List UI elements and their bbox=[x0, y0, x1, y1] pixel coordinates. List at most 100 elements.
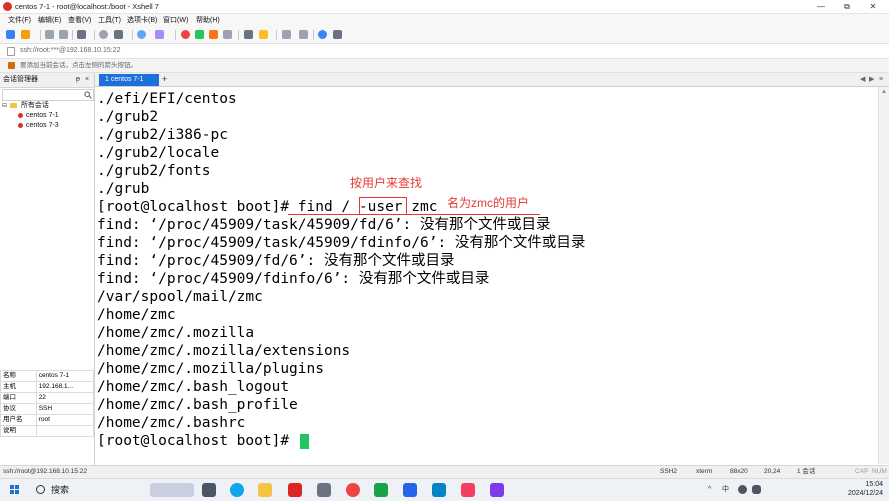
settings-icon[interactable] bbox=[333, 30, 342, 39]
toolbar-separator bbox=[132, 30, 133, 40]
video-app-icon[interactable] bbox=[432, 483, 446, 497]
title-bar: centos 7-1 - root@localhost:/boot - Xshe… bbox=[0, 0, 889, 14]
xshell-app-icon bbox=[3, 2, 12, 11]
tree-root-label: 所有会话 bbox=[20, 102, 49, 109]
toolbar bbox=[0, 27, 889, 44]
windows-start-icon[interactable] bbox=[10, 485, 20, 495]
table-row: 说明 bbox=[0, 425, 95, 437]
find-icon[interactable] bbox=[99, 30, 108, 39]
terminal-line: ./efi/EFI/centos bbox=[97, 91, 237, 107]
close-button[interactable]: ✕ bbox=[861, 0, 885, 13]
app-icon[interactable] bbox=[490, 483, 504, 497]
prop-value bbox=[35, 425, 95, 437]
edge-browser-icon[interactable] bbox=[230, 483, 244, 497]
help-icon[interactable] bbox=[318, 30, 327, 39]
prop-value: 22 bbox=[35, 392, 95, 404]
image-app-icon[interactable] bbox=[461, 483, 475, 497]
menu-window[interactable]: 窗口(W) bbox=[163, 15, 188, 26]
tab-scroll-right-button[interactable]: ▶ bbox=[869, 74, 874, 85]
pin-button[interactable]: ᵽ bbox=[76, 75, 80, 85]
prop-value: SSH bbox=[35, 403, 95, 415]
xftp-icon[interactable] bbox=[181, 30, 190, 39]
tab-strip: 1 centos 7-1 + ◀ ▶ ≡ bbox=[95, 73, 889, 87]
prop-key: 用户名 bbox=[0, 414, 37, 426]
task-view-icon[interactable] bbox=[202, 483, 216, 497]
wps-icon[interactable] bbox=[288, 483, 302, 497]
lock-icon[interactable] bbox=[223, 30, 232, 39]
tab-menu-button[interactable]: ≡ bbox=[879, 74, 883, 85]
maximize-button[interactable]: ⧉ bbox=[835, 0, 859, 13]
status-sessions: 1 会话 bbox=[797, 468, 816, 475]
lock-icon bbox=[7, 47, 15, 56]
toolbar-separator bbox=[72, 30, 73, 40]
session-manager-panel: 会话管理器 ᵽ × ⊟ 所有会话 centos 7-1 centos 7-3 名… bbox=[0, 73, 95, 465]
taskbar-clock[interactable]: 15:04 2024/12/24 bbox=[848, 480, 883, 498]
disconnect-icon[interactable] bbox=[59, 30, 68, 39]
session-search-input[interactable] bbox=[2, 89, 94, 101]
toolbar-separator bbox=[276, 30, 277, 40]
terminal-line: /home/zmc/.bash_profile bbox=[97, 397, 298, 413]
print-icon[interactable] bbox=[114, 30, 123, 39]
file-explorer-icon[interactable] bbox=[258, 483, 272, 497]
options-icon[interactable] bbox=[299, 30, 308, 39]
address-bar[interactable]: ssh://root:***@192.168.10.15:22 bbox=[0, 44, 889, 59]
input-language-indicator[interactable]: 中 bbox=[722, 484, 729, 496]
tab-scroll-left-button[interactable]: ◀ bbox=[860, 74, 865, 85]
typora-icon[interactable] bbox=[317, 483, 331, 497]
table-row: 用户名 root bbox=[0, 414, 95, 426]
toolbar-separator bbox=[40, 30, 41, 40]
taskbar-widget-icon[interactable] bbox=[150, 483, 194, 497]
vmware-icon[interactable] bbox=[403, 483, 417, 497]
menu-edit[interactable]: 编辑(E) bbox=[38, 15, 61, 26]
compose-icon[interactable] bbox=[244, 30, 253, 39]
open-folder-icon[interactable] bbox=[21, 30, 30, 39]
tree-root[interactable]: ⊟ 所有会话 bbox=[2, 101, 49, 111]
menu-tools[interactable]: 工具(T) bbox=[98, 15, 121, 26]
scroll-up-icon[interactable]: ▲ bbox=[881, 89, 887, 95]
add-tab-button[interactable]: + bbox=[162, 74, 167, 85]
terminal-line: /home/zmc/.bash_logout bbox=[97, 379, 290, 395]
minimize-button[interactable]: — bbox=[809, 0, 833, 13]
tree-item-centos-7-1[interactable]: centos 7-1 bbox=[18, 111, 59, 120]
terminal-line: ./grub2/locale bbox=[97, 145, 220, 161]
address-value[interactable]: ssh://root:***@192.168.10.15:22 bbox=[20, 46, 121, 56]
copy-icon[interactable] bbox=[77, 30, 86, 39]
volume-icon[interactable] bbox=[752, 485, 761, 494]
close-icon: ✕ bbox=[869, 2, 877, 11]
bookmark-icon[interactable] bbox=[8, 62, 15, 69]
menu-tabs[interactable]: 选项卡(B) bbox=[127, 15, 157, 26]
menu-file[interactable]: 文件(F) bbox=[8, 15, 31, 26]
collapse-icon[interactable]: ⊟ bbox=[2, 103, 7, 109]
script-icon[interactable] bbox=[209, 30, 218, 39]
globe-icon[interactable] bbox=[137, 30, 146, 39]
menu-help[interactable]: 帮助(H) bbox=[196, 15, 220, 26]
panel-close-button[interactable]: × bbox=[85, 75, 89, 85]
status-connection: ssh://root@192.168.10.15:22 bbox=[3, 468, 87, 475]
search-icon bbox=[84, 91, 92, 99]
xftp-taskbar-icon[interactable] bbox=[374, 483, 388, 497]
tray-overflow-button[interactable]: ^ bbox=[708, 484, 711, 496]
menu-view[interactable]: 查看(V) bbox=[68, 15, 91, 26]
layout-icon[interactable] bbox=[282, 30, 291, 39]
prop-value: 192.168.1... bbox=[35, 381, 95, 393]
highlight-icon[interactable] bbox=[259, 30, 268, 39]
maximize-icon: ⧉ bbox=[844, 2, 850, 11]
terminal-line: find: ‘/proc/45909/fd/6’: 没有那个文件或目录 bbox=[97, 253, 455, 269]
annotation-named-zmc: 名为zmc的用户 bbox=[447, 196, 529, 210]
taskbar-search-label[interactable]: 搜索 bbox=[51, 484, 69, 496]
wifi-icon[interactable] bbox=[738, 485, 747, 494]
terminal-scrollbar[interactable]: ▲ bbox=[878, 87, 889, 464]
terminal-line: /home/zmc/.mozilla/plugins bbox=[97, 361, 324, 377]
tab-centos-7-1[interactable]: 1 centos 7-1 bbox=[99, 74, 159, 86]
prop-key: 名称 bbox=[0, 370, 37, 382]
terminal-area[interactable]: ./efi/EFI/centos ./grub2 ./grub2/i386-pc… bbox=[95, 87, 878, 464]
connect-icon[interactable] bbox=[45, 30, 54, 39]
font-icon[interactable] bbox=[155, 30, 164, 39]
status-position: 20,24 bbox=[764, 468, 781, 475]
xshell-taskbar-icon[interactable] bbox=[346, 483, 360, 497]
session-manager-header: 会话管理器 ᵽ × bbox=[0, 73, 94, 88]
transfer-icon[interactable] bbox=[195, 30, 204, 39]
search-icon[interactable] bbox=[36, 485, 45, 494]
new-session-icon[interactable] bbox=[6, 30, 15, 39]
tree-item-centos-7-3[interactable]: centos 7-3 bbox=[18, 121, 59, 130]
